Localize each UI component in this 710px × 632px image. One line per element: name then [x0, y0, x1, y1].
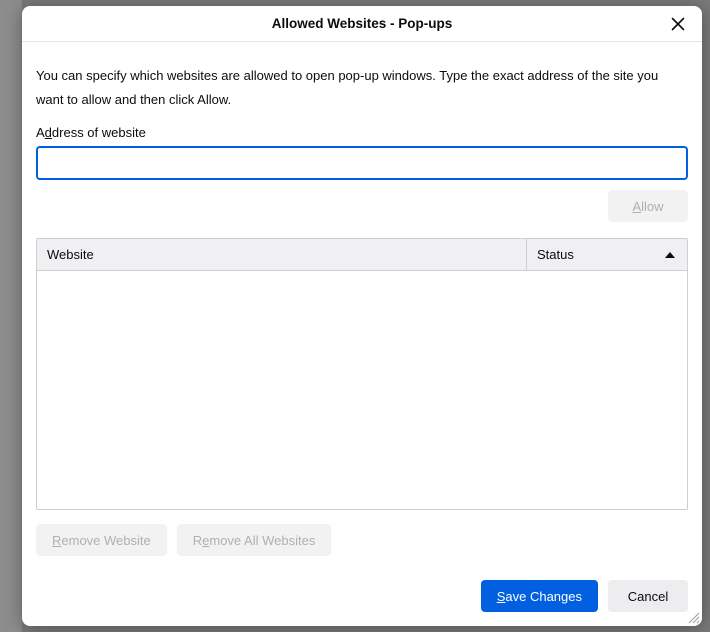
dialog-title: Allowed Websites - Pop-ups	[272, 16, 453, 31]
table-header: Website Status	[37, 239, 687, 271]
close-button[interactable]	[664, 10, 692, 38]
remove-all-websites-button[interactable]: Remove All Websites	[177, 524, 332, 556]
table-body	[37, 271, 687, 509]
cancel-button[interactable]: Cancel	[608, 580, 688, 612]
websites-table: Website Status	[36, 238, 688, 510]
remove-website-button[interactable]: Remove Website	[36, 524, 167, 556]
column-header-status[interactable]: Status	[527, 239, 687, 270]
resize-grip[interactable]	[686, 610, 700, 624]
popups-allowed-dialog: Allowed Websites - Pop-ups You can speci…	[22, 6, 702, 626]
address-label: Address of website	[36, 125, 688, 140]
close-icon	[671, 17, 685, 31]
sort-ascending-icon	[665, 252, 675, 258]
allow-button[interactable]: Allow	[608, 190, 688, 222]
dialog-header: Allowed Websites - Pop-ups	[22, 6, 702, 42]
column-header-website[interactable]: Website	[37, 239, 527, 270]
address-input[interactable]	[36, 146, 688, 180]
save-changes-button[interactable]: Save Changes	[481, 580, 598, 612]
dialog-description: You can specify which websites are allow…	[36, 64, 688, 111]
